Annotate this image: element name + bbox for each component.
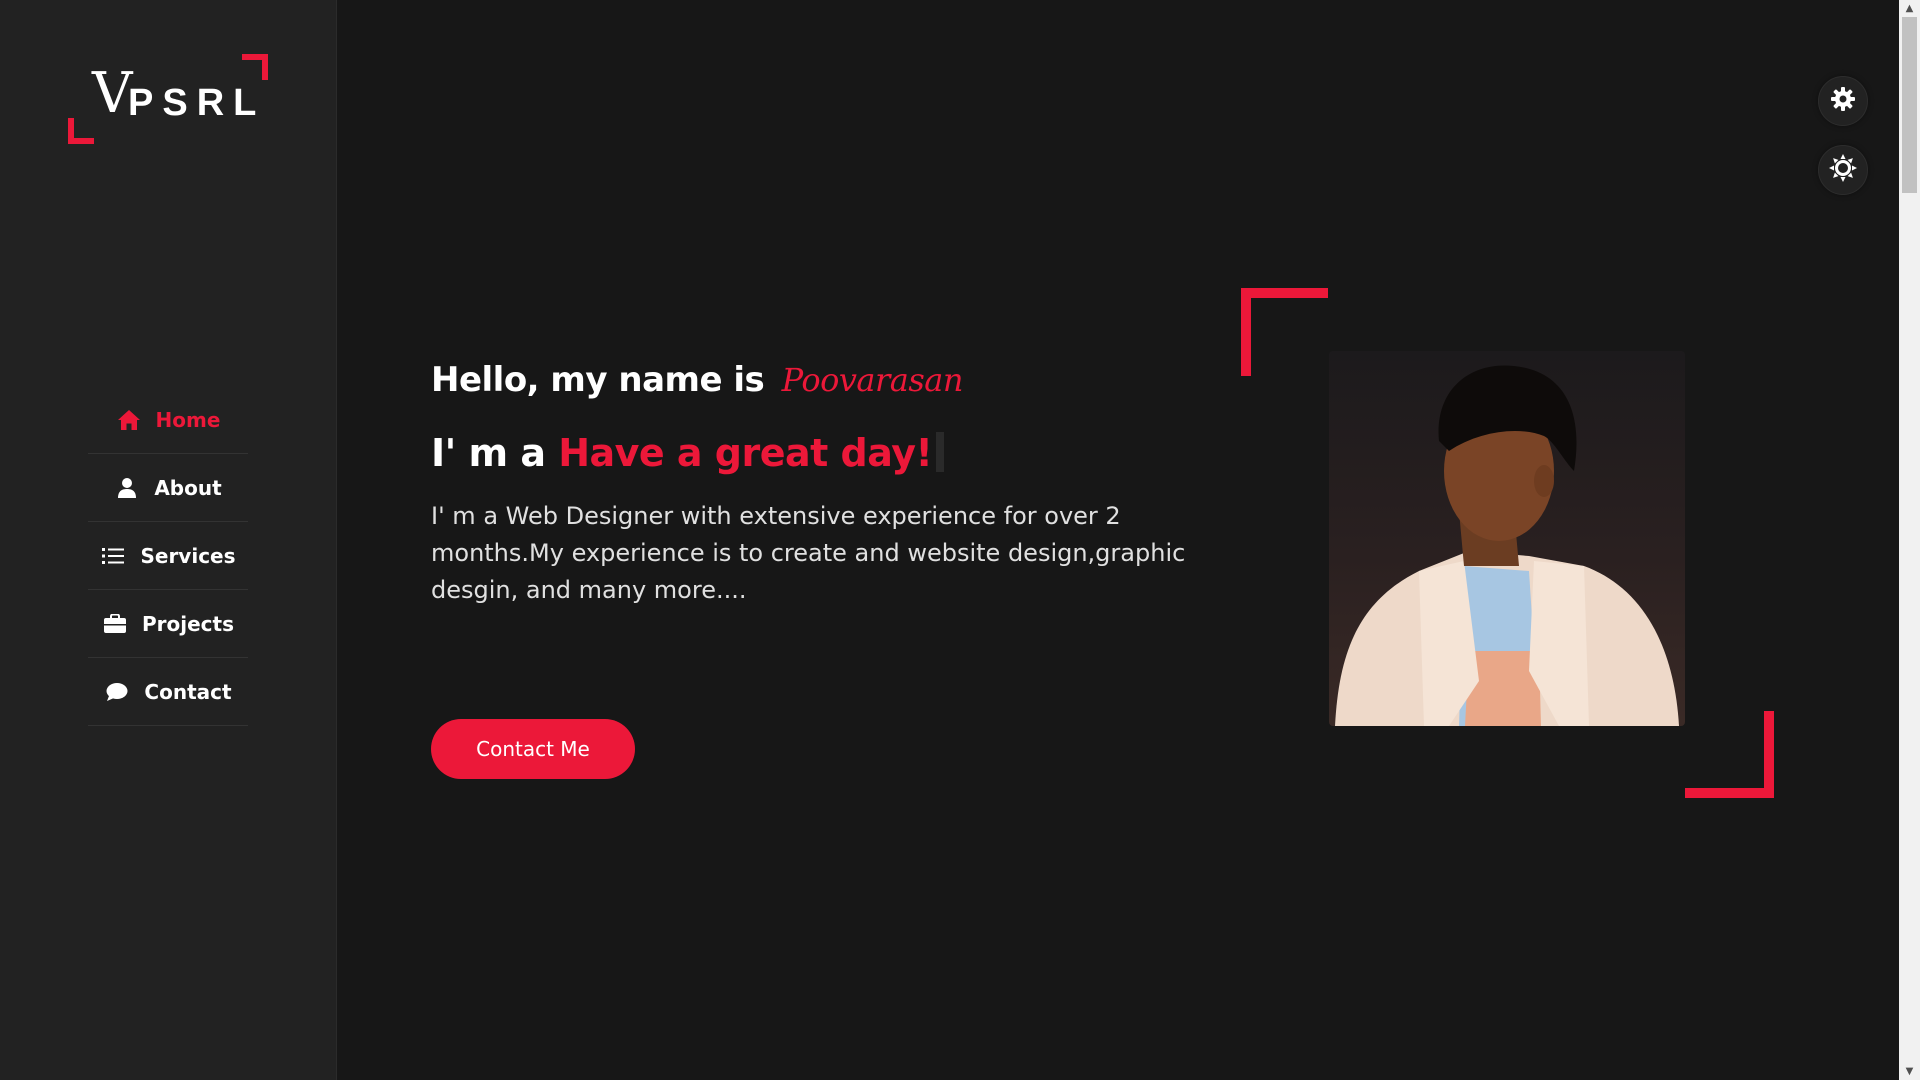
main-nav: Home About Services Projects Contact: [88, 386, 248, 726]
comment-icon: [104, 681, 130, 703]
logo[interactable]: V PSRL: [68, 54, 268, 144]
person-name: Poovarasan: [781, 361, 964, 399]
greeting-prefix: Hello, my name is: [431, 360, 765, 400]
user-icon: [114, 477, 140, 499]
page: V PSRL Home About Services Projects Cont…: [0, 0, 1920, 1080]
intro-description: I' m a Web Designer with extensive exper…: [431, 502, 1186, 605]
photo-corner-bottom-right: [1685, 711, 1774, 798]
typed-text: Have a great day!: [558, 430, 933, 475]
briefcase-icon: [102, 613, 128, 635]
nav-item-about[interactable]: About: [88, 454, 248, 522]
scrollbar-thumb[interactable]: [1902, 17, 1917, 193]
logo-mark: V: [92, 61, 133, 126]
nav-item-services[interactable]: Services: [88, 522, 248, 590]
logo-text: PSRL: [128, 82, 266, 124]
nav-item-label: Contact: [144, 679, 232, 704]
gear-icon: [1830, 86, 1856, 116]
nav-item-label: About: [154, 475, 222, 500]
greeting-heading: Hello, my name is Poovarasan: [431, 360, 1231, 401]
logo-corner-bottom-left: [68, 118, 94, 144]
nav-item-contact[interactable]: Contact: [88, 658, 248, 726]
scroll-up-arrow-icon[interactable]: ▲: [1899, 0, 1920, 17]
intro-section: Hello, my name is Poovarasan I' m a Have…: [431, 360, 1231, 609]
nav-item-home[interactable]: Home: [88, 386, 248, 454]
nav-item-label: Services: [140, 543, 236, 568]
logo-corner-top-right: [242, 54, 268, 80]
home-icon: [116, 409, 142, 431]
settings-button[interactable]: [1818, 76, 1868, 126]
role-prefix: I' m a: [431, 430, 546, 475]
list-icon: [100, 545, 126, 567]
theme-toggle-button[interactable]: [1818, 145, 1868, 195]
sidebar: V PSRL Home About Services Projects Cont…: [0, 0, 337, 1080]
nav-item-label: Home: [155, 407, 221, 432]
profile-photo: [1329, 351, 1685, 726]
sun-icon: [1829, 154, 1857, 186]
role-heading: I' m a Have a great day!: [431, 431, 1231, 477]
photo-corner-top-left: [1241, 288, 1328, 376]
nav-item-projects[interactable]: Projects: [88, 590, 248, 658]
vertical-scrollbar[interactable]: ▲ ▼: [1899, 0, 1920, 1080]
scroll-down-arrow-icon[interactable]: ▼: [1899, 1063, 1920, 1080]
contact-me-button[interactable]: Contact Me: [431, 719, 635, 779]
nav-item-label: Projects: [141, 611, 234, 636]
typing-cursor: [936, 431, 945, 472]
